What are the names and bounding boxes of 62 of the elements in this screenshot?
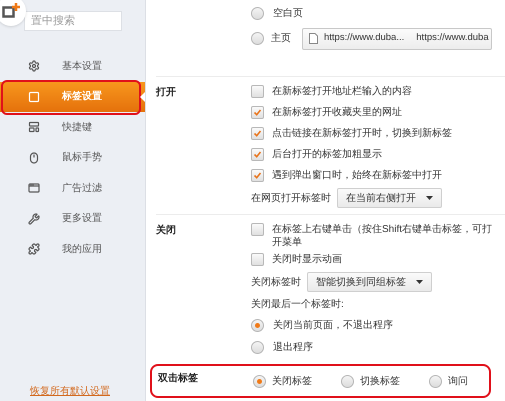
search-field[interactable]: 置中搜索 xyxy=(24,11,122,31)
caret-icon xyxy=(426,196,433,200)
option-label: 在标签上右键单击（按住Shift右键单击标签，可打开菜单 xyxy=(272,223,494,249)
gear-icon xyxy=(28,60,40,72)
url-field[interactable]: https://www.duba... https://www.duba xyxy=(302,28,492,50)
checkmark-icon xyxy=(253,129,262,138)
puzzle-icon xyxy=(28,243,40,256)
dropdown[interactable]: 智能切换到同组标签 xyxy=(307,272,432,292)
radio-button[interactable] xyxy=(429,374,442,388)
pointer-notch xyxy=(140,92,145,102)
option-label: 关闭最后一个标签时: xyxy=(251,298,345,312)
sidebar-item[interactable]: 更多设置 xyxy=(0,204,145,234)
option-label: 退出程序 xyxy=(273,340,313,354)
option-label: 关闭时显示动画 xyxy=(272,253,342,266)
sidebar-item[interactable]: 基本设置 xyxy=(0,51,145,82)
checkbox[interactable] xyxy=(251,169,264,182)
section-title: 打开 xyxy=(156,87,176,98)
option-label: 关闭当前页面，不退出程序 xyxy=(273,318,393,332)
checkbox[interactable] xyxy=(251,253,264,266)
layout-icon xyxy=(28,121,40,134)
dropdown[interactable]: 在当前右侧打开 xyxy=(337,188,442,208)
option-label: 关闭标签 xyxy=(272,374,312,388)
select-label: 在网页打开标签时 xyxy=(251,192,331,206)
sidebar-item[interactable]: 鼠标手势 xyxy=(0,142,145,173)
window-icon xyxy=(28,182,40,194)
option-label: 在新标签打开地址栏输入的内容 xyxy=(272,85,412,98)
option-label: 点击链接在新标签打开时，切换到新标签 xyxy=(272,127,452,140)
page-icon xyxy=(309,33,318,44)
checkbox[interactable] xyxy=(251,127,264,140)
section-title: 双击标签 xyxy=(158,373,198,384)
checkbox[interactable] xyxy=(251,223,264,236)
radio-button[interactable] xyxy=(251,340,264,354)
option-label: 主页 xyxy=(271,32,291,46)
logo-icon xyxy=(0,0,26,26)
radio-button[interactable] xyxy=(251,32,264,45)
wrench-icon xyxy=(28,212,40,225)
checkmark-icon xyxy=(253,108,262,117)
url-text: https://www.duba... xyxy=(324,31,404,46)
option-label: 遇到弹出窗口时，始终在新标签中打开 xyxy=(272,169,442,182)
checkbox[interactable] xyxy=(251,85,264,98)
radio-button[interactable] xyxy=(341,374,354,388)
mouse-icon xyxy=(28,152,40,164)
checkmark-icon xyxy=(253,150,262,159)
option-label: 在新标签打开收藏夹里的网址 xyxy=(272,106,402,119)
checkbox[interactable] xyxy=(251,106,264,119)
option-label: 后台打开的标签加粗显示 xyxy=(272,148,382,161)
option-label: 询问 xyxy=(448,374,468,388)
option-label: 切换标签 xyxy=(360,374,400,388)
radio-button[interactable] xyxy=(253,374,266,388)
sidebar-item[interactable]: 我的应用 xyxy=(0,234,145,264)
option-label: 空白页 xyxy=(273,6,303,21)
url-text: https://www.duba xyxy=(416,31,489,46)
sidebar-item[interactable]: 快捷键 xyxy=(0,112,145,142)
radio-button[interactable] xyxy=(251,318,264,332)
select-label: 关闭标签时 xyxy=(251,276,301,290)
section-title: 关闭 xyxy=(156,225,176,236)
square-icon xyxy=(28,90,40,103)
radio-button[interactable] xyxy=(251,7,264,20)
checkmark-icon xyxy=(253,171,262,180)
sidebar-item[interactable]: 广告过滤 xyxy=(0,173,145,204)
caret-icon xyxy=(416,280,423,284)
checkbox[interactable] xyxy=(251,148,264,161)
